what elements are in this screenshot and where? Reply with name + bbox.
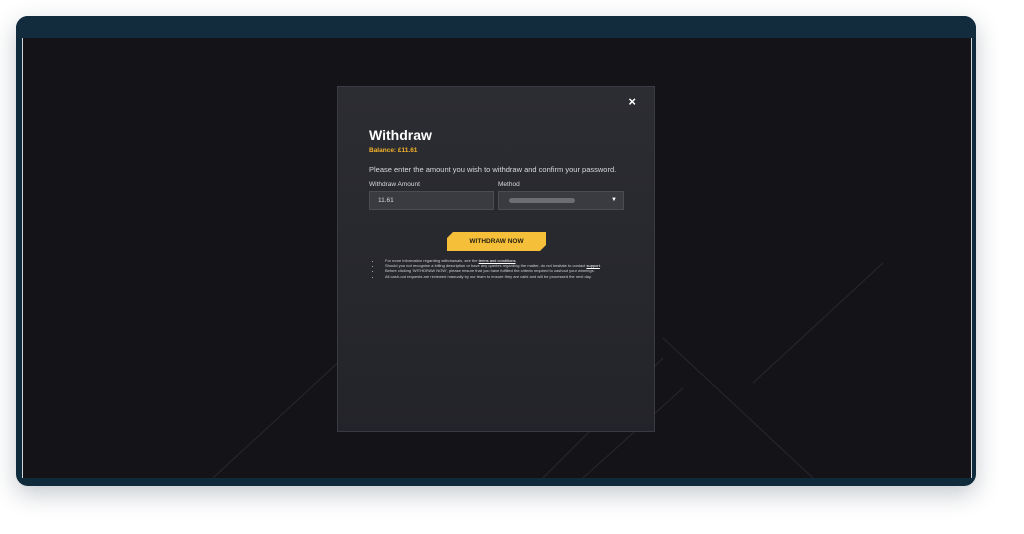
method-select[interactable]: ▼: [498, 191, 624, 210]
page-viewport: × Withdraw Balance: £11.61 Please enter …: [22, 38, 972, 478]
note-text: .: [599, 263, 601, 269]
window-top-bar: [16, 16, 976, 38]
modal-title: Withdraw: [369, 127, 432, 143]
withdraw-notes-list: For more information regarding withdrawa…: [371, 258, 641, 279]
redacted-method-value: [509, 198, 575, 203]
balance-text: Balance: £11.61: [369, 147, 418, 154]
note-text: All cash-out requests are reviewed manua…: [385, 273, 592, 279]
instruction-text: Please enter the amount you wish to with…: [369, 165, 617, 174]
withdraw-amount-input[interactable]: 11.61: [369, 191, 494, 210]
withdraw-modal: × Withdraw Balance: £11.61 Please enter …: [337, 86, 655, 432]
withdraw-now-button[interactable]: WITHDRAW NOW: [447, 232, 546, 251]
close-icon[interactable]: ×: [628, 95, 636, 109]
list-item: All cash-out requests are reviewed manua…: [381, 274, 641, 279]
chevron-down-icon: ▼: [611, 197, 617, 203]
withdraw-amount-label: Withdraw Amount: [369, 181, 420, 188]
browser-frame: × Withdraw Balance: £11.61 Please enter …: [16, 16, 976, 486]
method-label: Method: [498, 181, 520, 188]
